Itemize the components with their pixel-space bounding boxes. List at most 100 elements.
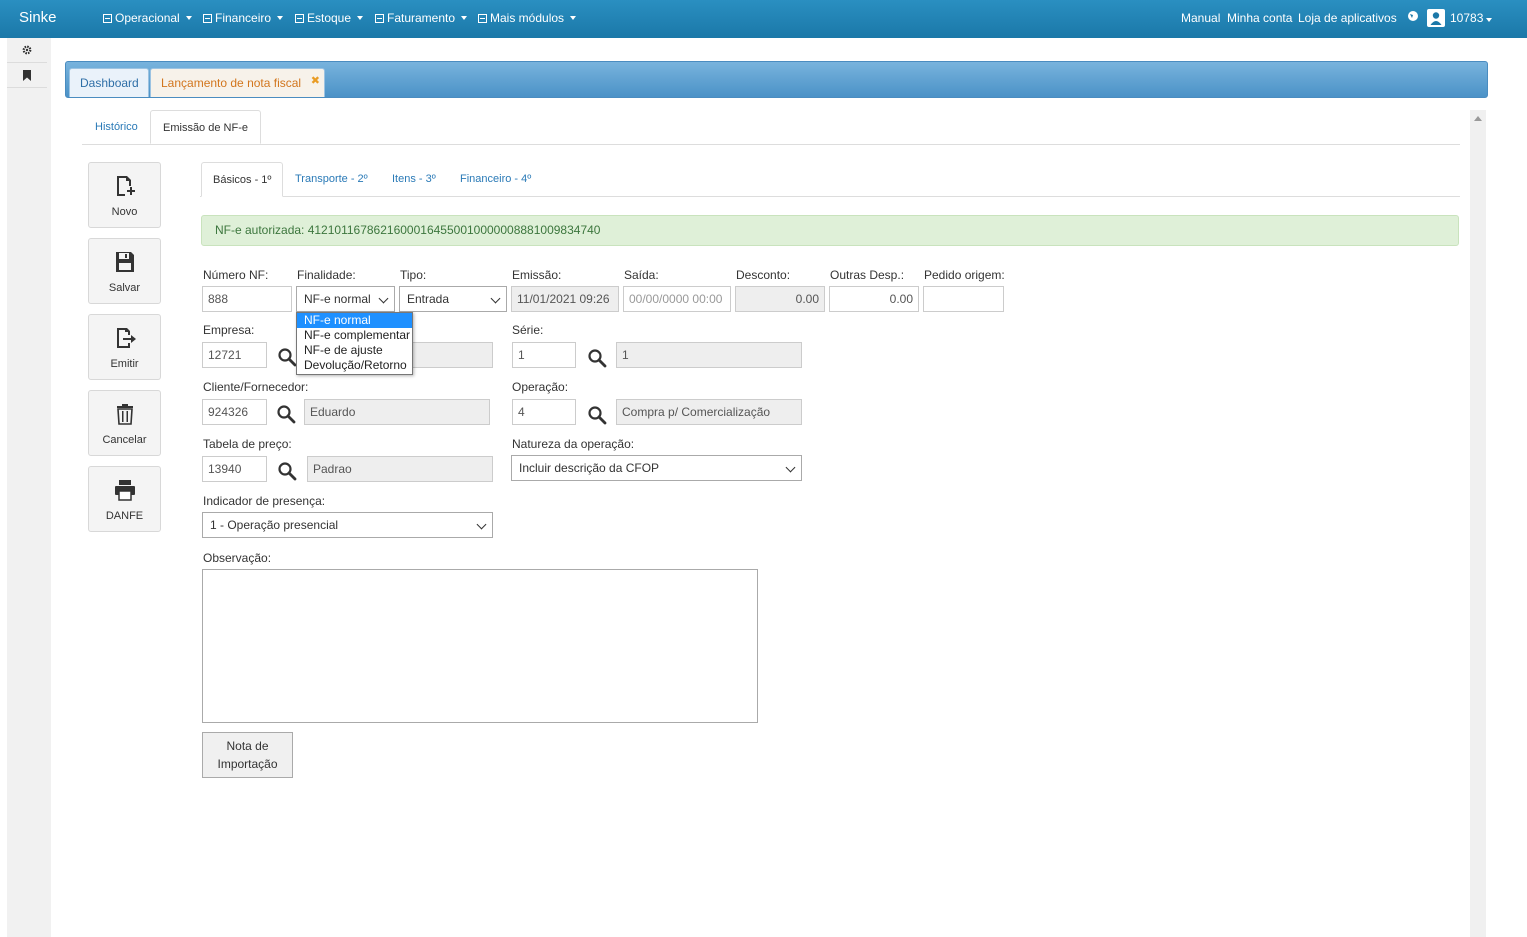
tab-label: Básicos - 1º (213, 174, 272, 186)
tab-label: Histórico (95, 121, 138, 133)
saida-input[interactable]: 00/00/0000 00:00 (623, 286, 731, 312)
nota-importacao-button[interactable]: Nota de Importação (202, 732, 293, 778)
outras-desp-input[interactable]: 0.00 (829, 286, 919, 312)
emissao-input[interactable]: 11/01/2021 09:26 (511, 286, 619, 312)
danfe-button[interactable]: DANFE (88, 466, 161, 532)
list-icon (203, 13, 212, 23)
tab-itens[interactable]: Itens - 3º (381, 162, 447, 197)
search-icon[interactable] (276, 404, 296, 424)
trash-icon (117, 404, 133, 425)
tab-transporte[interactable]: Transporte - 2º (284, 162, 379, 197)
serie-input[interactable]: 1 (512, 342, 576, 368)
chevron-down-icon (476, 519, 487, 530)
tabela-preco-input[interactable]: 13940 (202, 456, 267, 482)
emissao-label: Emissão: (512, 268, 562, 282)
user-menu[interactable]: 10783 (1450, 11, 1493, 25)
natureza-operacao-select[interactable]: Incluir descrição da CFOP (511, 455, 802, 481)
menu-estoque[interactable]: Estoque (295, 11, 364, 25)
top-navbar: Sinke Operacional Financeiro Estoque Fat… (0, 0, 1527, 38)
empresa-input[interactable]: 12721 (202, 342, 267, 368)
cliente-input[interactable]: 924326 (202, 399, 267, 425)
dropdown-option[interactable]: NF-e de ajuste (297, 343, 412, 358)
vertical-scrollbar[interactable] (1470, 110, 1486, 937)
link-minha-conta[interactable]: Minha conta (1227, 11, 1292, 25)
menu-financeiro[interactable]: Financeiro (203, 11, 284, 25)
form-tab-bar: Básicos - 1º Transporte - 2º Itens - 3º … (200, 162, 1460, 197)
print-icon (115, 480, 135, 501)
button-label: Salvar (108, 282, 141, 294)
tab-dashboard[interactable]: Dashboard (69, 68, 149, 97)
tipo-select[interactable]: Entrada (399, 286, 507, 312)
bookmark-button[interactable] (7, 63, 47, 88)
caret-down-icon (185, 16, 192, 20)
dropdown-option[interactable]: Devolução/Retorno (297, 358, 412, 373)
button-label: DANFE (105, 510, 144, 522)
cancelar-button[interactable]: Cancelar (88, 390, 161, 456)
select-value: Entrada (407, 292, 450, 306)
search-icon[interactable] (277, 347, 297, 367)
link-loja-aplicativos[interactable]: Loja de aplicativos (1298, 11, 1397, 25)
caret-down-icon (357, 16, 364, 20)
chevron-down-icon (785, 462, 796, 473)
gear-icon (22, 45, 32, 55)
success-alert: NF-e autorizada: 41210116786216000164550… (201, 215, 1459, 246)
menu-label: Mais módulos (490, 11, 565, 25)
tabela-preco-desc-input: Padrao (307, 456, 493, 482)
list-icon (103, 13, 112, 23)
pedido-origem-label: Pedido origem: (924, 268, 1005, 282)
observacao-label: Observação: (203, 551, 272, 565)
brand-logo[interactable]: Sinke (19, 9, 57, 26)
search-icon[interactable] (587, 348, 607, 368)
operacao-desc-input: Compra p/ Comercialização (616, 399, 802, 425)
caret-down-icon (461, 16, 468, 20)
document-tab-strip: Dashboard Lançamento de nota fiscal ✖ (65, 61, 1488, 98)
tab-label: Financeiro - 4º (460, 173, 532, 185)
desconto-input[interactable]: 0.00 (735, 286, 825, 312)
close-icon[interactable]: ✖ (311, 67, 320, 95)
cliente-label: Cliente/Fornecedor: (203, 380, 309, 394)
scroll-up-icon[interactable] (1474, 116, 1482, 121)
dropdown-option[interactable]: NF-e complementar (297, 328, 412, 343)
operacao-input[interactable]: 4 (512, 399, 576, 425)
tab-financeiro[interactable]: Financeiro - 4º (449, 162, 542, 197)
tab-lancamento-nota-fiscal[interactable]: Lançamento de nota fiscal ✖ (150, 67, 325, 97)
user-avatar-icon[interactable] (1427, 9, 1445, 27)
select-value: 1 - Operação presencial (210, 518, 339, 532)
salvar-button[interactable]: Salvar (88, 238, 161, 304)
menu-faturamento[interactable]: Faturamento (375, 11, 468, 25)
chevron-down-icon (378, 293, 389, 304)
cliente-desc-input: Eduardo (304, 399, 490, 425)
tab-emissao-nfe[interactable]: Emissão de NF-e (150, 110, 261, 144)
subtab-bar: Histórico Emissão de NF-e (82, 110, 1460, 145)
globe-icon[interactable] (1407, 10, 1419, 22)
button-label-line2: Importação (217, 757, 278, 771)
saida-label: Saída: (624, 268, 659, 282)
search-icon[interactable] (587, 405, 607, 425)
serie-desc-input: 1 (616, 342, 802, 368)
finalidade-select[interactable]: NF-e normal (296, 286, 395, 312)
menu-mais-modulos[interactable]: Mais módulos (478, 11, 577, 25)
link-manual[interactable]: Manual (1181, 11, 1220, 25)
indicador-presenca-select[interactable]: 1 - Operação presencial (202, 512, 493, 538)
button-label: Emitir (110, 358, 139, 370)
tab-basicos[interactable]: Básicos - 1º (201, 162, 284, 197)
emitir-button[interactable]: Emitir (88, 314, 161, 380)
serie-label: Série: (512, 323, 544, 337)
observacao-textarea[interactable] (202, 569, 758, 723)
save-icon (116, 252, 134, 272)
empresa-label: Empresa: (203, 323, 255, 337)
select-value: Incluir descrição da CFOP (519, 461, 660, 475)
menu-operacional[interactable]: Operacional (103, 11, 192, 25)
user-id: 10783 (1450, 11, 1484, 25)
search-icon[interactable] (277, 461, 297, 481)
caret-down-icon (277, 16, 284, 20)
tabela-preco-label: Tabela de preço: (203, 437, 292, 451)
operacao-label: Operação: (512, 380, 569, 394)
new-file-icon (117, 176, 135, 196)
dropdown-option[interactable]: NF-e normal (297, 313, 412, 328)
numero-nf-input[interactable]: 888 (202, 286, 292, 312)
pedido-origem-input[interactable] (923, 286, 1004, 312)
novo-button[interactable]: Novo (88, 162, 161, 228)
settings-button[interactable] (7, 38, 47, 63)
tab-historico[interactable]: Histórico (83, 110, 150, 144)
